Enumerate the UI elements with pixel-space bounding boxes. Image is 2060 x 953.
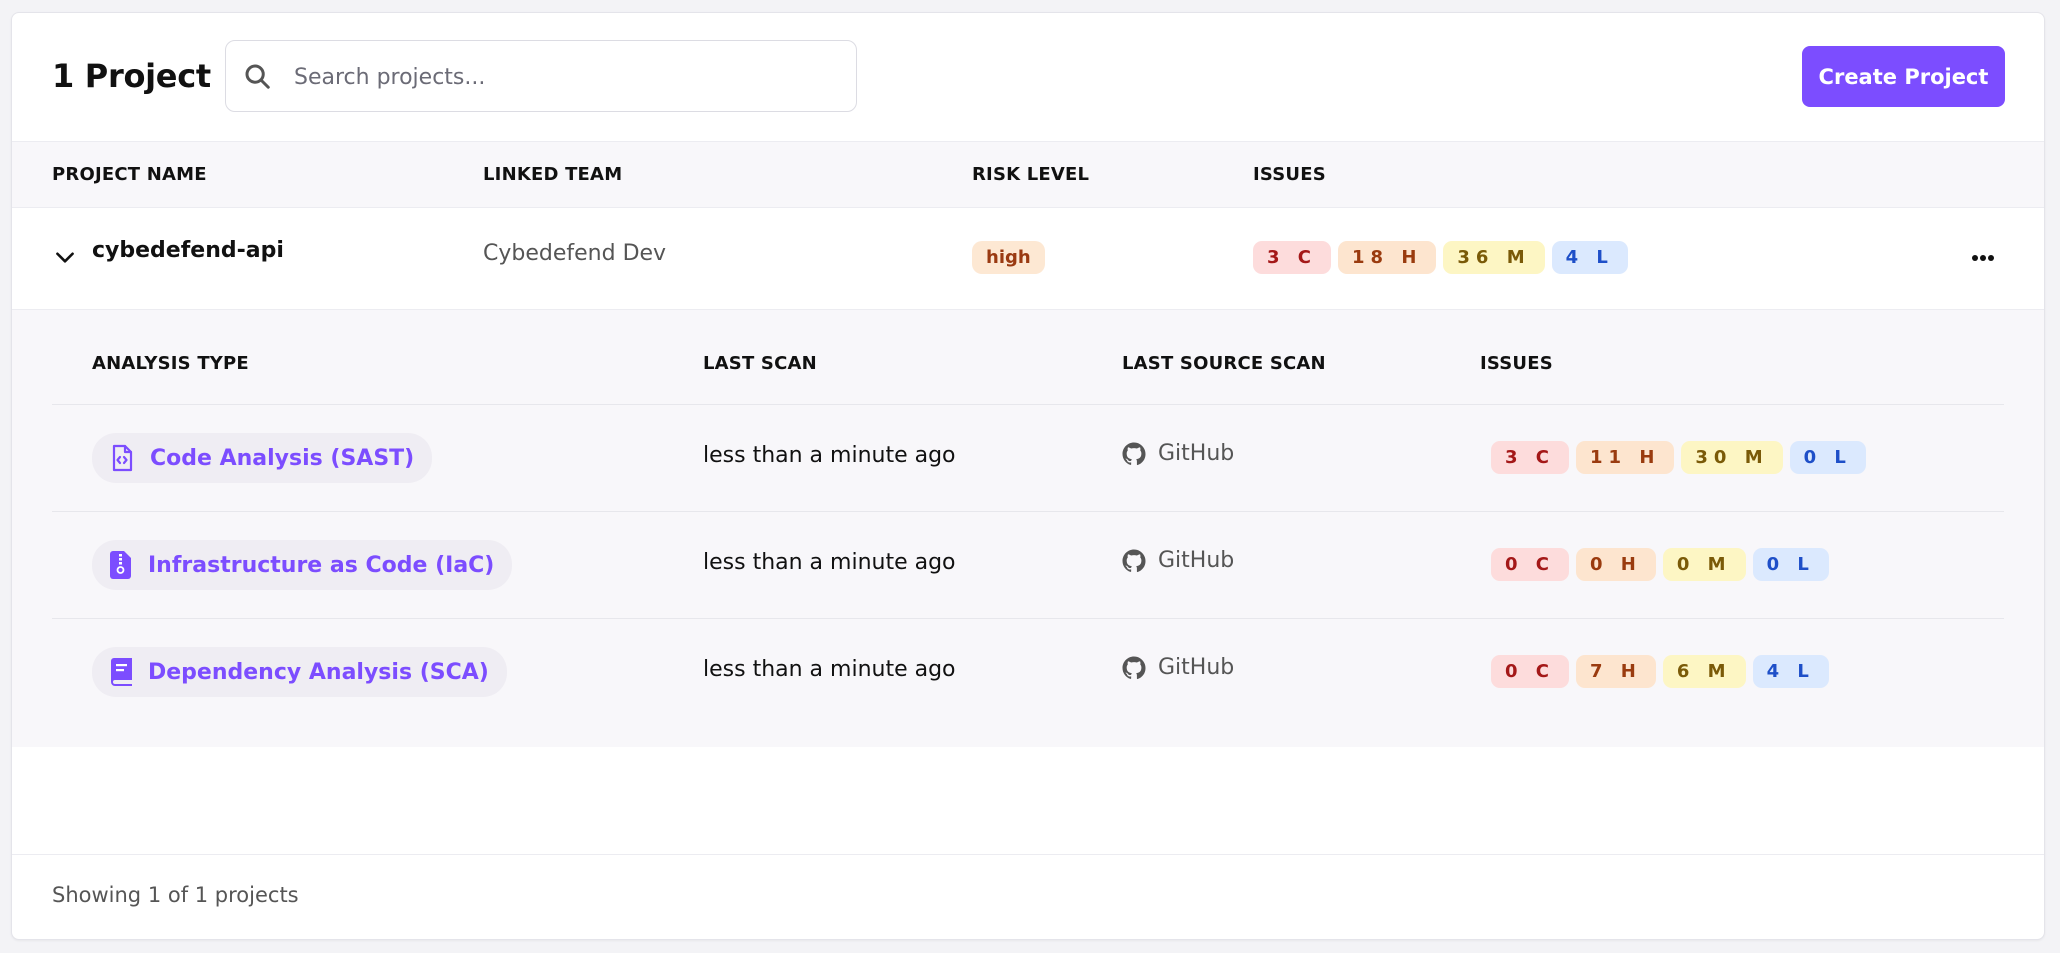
col-project-name[interactable]: PROJECT NAME xyxy=(52,164,207,185)
risk-badge: high xyxy=(972,241,1045,274)
projects-card: 1 Project Create Project PROJECT NAME LI… xyxy=(11,12,2045,940)
analysis-row-iac[interactable]: Infrastructure as Code (IaC) less than a… xyxy=(52,512,2004,619)
analysis-type-label: Dependency Analysis (SCA) xyxy=(148,659,489,685)
high-badge: 0 H xyxy=(1576,548,1656,581)
col-last-scan: LAST SCAN xyxy=(703,353,817,374)
book-icon xyxy=(111,658,132,686)
analysis-panel: ANALYSIS TYPE LAST SCAN LAST SOURCE SCAN… xyxy=(12,310,2044,747)
analysis-type-link[interactable]: Dependency Analysis (SCA) xyxy=(92,647,507,697)
critical-badge: 3 C xyxy=(1253,241,1332,274)
source: GitHub xyxy=(1122,441,1234,466)
col-analysis-issues: ISSUES xyxy=(1480,353,1553,374)
analysis-type-label: Infrastructure as Code (IaC) xyxy=(148,552,495,578)
source-label: GitHub xyxy=(1158,548,1235,573)
col-analysis-type: ANALYSIS TYPE xyxy=(92,353,249,374)
source-label: GitHub xyxy=(1158,441,1235,466)
high-badge: 11 H xyxy=(1576,441,1675,474)
pagination-summary: Showing 1 of 1 projects xyxy=(52,883,299,907)
page-title: 1 Project xyxy=(52,57,211,95)
source: GitHub xyxy=(1122,548,1234,573)
high-badge: 18 H xyxy=(1338,241,1437,274)
medium-badge: 30 M xyxy=(1681,441,1783,474)
table-row[interactable]: cybedefend-api Cybedefend Dev high 3 C 1… xyxy=(12,208,2044,310)
analysis-header: ANALYSIS TYPE LAST SCAN LAST SOURCE SCAN… xyxy=(52,310,2004,405)
analysis-type-label: Code Analysis (SAST) xyxy=(150,445,415,471)
source: GitHub xyxy=(1122,655,1234,680)
medium-badge: 36 M xyxy=(1443,241,1545,274)
issue-badges: 3 C 11 H 30 M 0 L xyxy=(1491,441,1866,474)
issue-badges: 0 C 0 H 0 M 0 L xyxy=(1491,548,1829,581)
search-box[interactable] xyxy=(225,40,857,113)
analysis-row-sca[interactable]: Dependency Analysis (SCA) less than a mi… xyxy=(52,619,2004,726)
analysis-row-sast[interactable]: Code Analysis (SAST) less than a minute … xyxy=(52,405,2004,512)
col-risk-level[interactable]: RISK LEVEL xyxy=(972,164,1089,185)
analysis-type-link[interactable]: Code Analysis (SAST) xyxy=(92,433,433,483)
linked-team: Cybedefend Dev xyxy=(483,241,667,266)
low-badge: 4 L xyxy=(1752,655,1829,688)
medium-badge: 6 M xyxy=(1662,655,1746,688)
col-linked-team[interactable]: LINKED TEAM xyxy=(483,164,622,185)
analysis-type-link[interactable]: Infrastructure as Code (IaC) xyxy=(92,540,513,590)
zip-file-icon xyxy=(110,551,131,579)
table-header: PROJECT NAME LINKED TEAM RISK LEVEL ISSU… xyxy=(12,141,2044,208)
low-badge: 4 L xyxy=(1551,241,1628,274)
search-icon xyxy=(245,64,270,89)
critical-badge: 3 C xyxy=(1491,441,1570,474)
github-icon xyxy=(1122,549,1146,572)
high-badge: 7 H xyxy=(1576,655,1656,688)
col-last-source-scan: LAST SOURCE SCAN xyxy=(1122,353,1326,374)
critical-badge: 0 C xyxy=(1491,655,1570,688)
last-scan: less than a minute ago xyxy=(703,657,956,682)
issue-badges: 3 C 18 H 36 M 4 L xyxy=(1253,241,1628,274)
github-icon xyxy=(1122,442,1146,465)
critical-badge: 0 C xyxy=(1491,548,1570,581)
chevron-down-icon[interactable] xyxy=(52,244,78,270)
source-label: GitHub xyxy=(1158,655,1235,680)
table-footer: Showing 1 of 1 projects xyxy=(12,854,2044,939)
low-badge: 0 L xyxy=(1789,441,1866,474)
col-issues[interactable]: ISSUES xyxy=(1253,164,1326,185)
low-badge: 0 L xyxy=(1752,548,1829,581)
issue-badges: 0 C 7 H 6 M 4 L xyxy=(1491,655,1829,688)
last-scan: less than a minute ago xyxy=(703,443,956,468)
code-file-icon xyxy=(112,444,133,472)
create-project-button[interactable]: Create Project xyxy=(1802,46,2005,107)
projects-header: 1 Project Create Project xyxy=(12,13,2044,141)
github-icon xyxy=(1122,656,1146,679)
last-scan: less than a minute ago xyxy=(703,550,956,575)
more-options-icon[interactable] xyxy=(1970,248,1996,268)
project-name[interactable]: cybedefend-api xyxy=(92,238,284,263)
medium-badge: 0 M xyxy=(1662,548,1746,581)
search-input[interactable] xyxy=(292,41,846,113)
